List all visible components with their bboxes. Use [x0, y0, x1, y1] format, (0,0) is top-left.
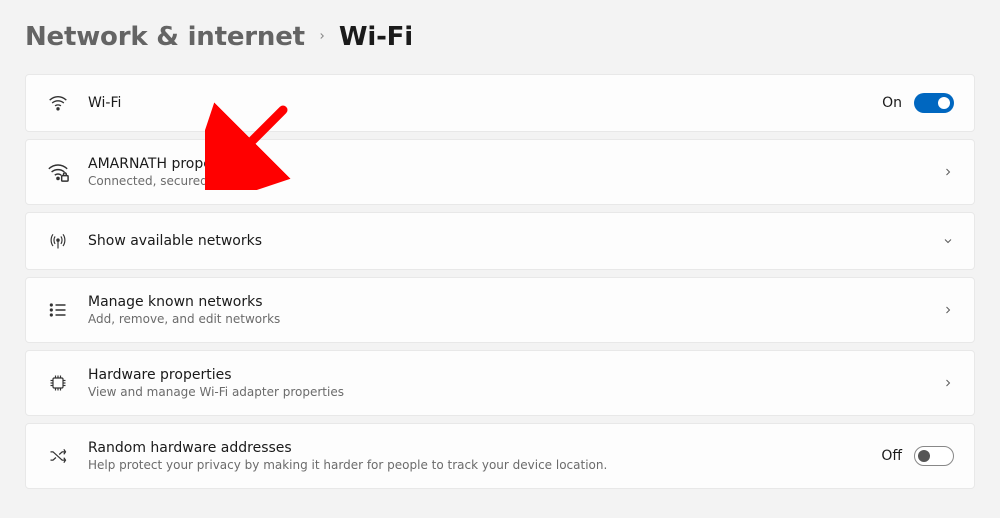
chip-icon [46, 371, 70, 395]
breadcrumb-parent[interactable]: Network & internet [25, 22, 305, 52]
hardware-title: Hardware properties [88, 367, 942, 383]
shuffle-icon [46, 444, 70, 468]
show-available-networks-row[interactable]: Show available networks [25, 212, 975, 270]
manage-title: Manage known networks [88, 294, 942, 310]
random-toggle-label: Off [881, 448, 902, 464]
wifi-toggle-label: On [882, 95, 902, 111]
antenna-icon [46, 229, 70, 253]
wifi-secured-icon [46, 160, 70, 184]
connected-network-sub: Connected, secured [88, 174, 942, 188]
chevron-right-icon [942, 163, 954, 182]
connected-network-title: AMARNATH properties [88, 156, 942, 172]
list-icon [46, 298, 70, 322]
manage-known-networks-row[interactable]: Manage known networks Add, remove, and e… [25, 277, 975, 343]
breadcrumb-current: Wi-Fi [339, 22, 413, 52]
chevron-down-icon [942, 232, 954, 251]
show-available-title: Show available networks [88, 233, 942, 249]
hardware-properties-row[interactable]: Hardware properties View and manage Wi-F… [25, 350, 975, 416]
wifi-icon [46, 91, 70, 115]
wifi-title: Wi-Fi [88, 95, 882, 111]
random-title: Random hardware addresses [88, 440, 881, 456]
chevron-right-icon [942, 301, 954, 320]
breadcrumb: Network & internet Wi-Fi [25, 22, 975, 52]
wifi-toggle-row[interactable]: Wi-Fi On [25, 74, 975, 132]
connected-network-row[interactable]: AMARNATH properties Connected, secured [25, 139, 975, 205]
chevron-right-icon [317, 29, 327, 45]
random-toggle[interactable] [914, 446, 954, 466]
random-sub: Help protect your privacy by making it h… [88, 458, 881, 472]
manage-sub: Add, remove, and edit networks [88, 312, 942, 326]
wifi-toggle[interactable] [914, 93, 954, 113]
chevron-right-icon [942, 374, 954, 393]
hardware-sub: View and manage Wi-Fi adapter properties [88, 385, 942, 399]
random-hardware-row[interactable]: Random hardware addresses Help protect y… [25, 423, 975, 489]
